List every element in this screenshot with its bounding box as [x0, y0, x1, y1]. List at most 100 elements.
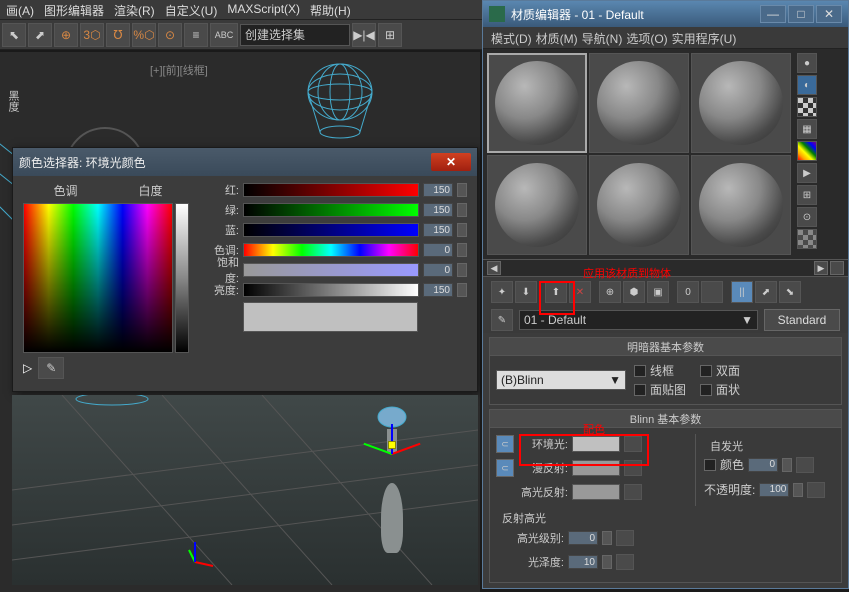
angle-snap-icon[interactable]: ℧ — [106, 23, 130, 47]
put-to-library-icon[interactable]: ▣ — [647, 281, 669, 303]
sample-slot-1[interactable] — [487, 53, 587, 153]
menu-render[interactable]: 渲染(R) — [110, 0, 159, 19]
snap-toggle-icon[interactable]: 3⬡ — [80, 23, 104, 47]
red-input[interactable] — [423, 183, 453, 197]
opacity-map-button[interactable] — [807, 482, 825, 498]
make-preview-icon[interactable]: ▶ — [797, 163, 817, 183]
mat-menu-navigate[interactable]: 导航(N) — [582, 30, 623, 45]
edit-named-icon[interactable]: ≡ — [184, 23, 208, 47]
menu-maxscript[interactable]: MAXScript(X) — [223, 0, 304, 19]
two-sided-checkbox[interactable] — [700, 365, 712, 377]
menu-graph-editor[interactable]: 图形编辑器 — [40, 0, 108, 19]
spec-level-map-button[interactable] — [616, 530, 634, 546]
blinn-rollout-header[interactable]: Blinn 基本参数 — [490, 410, 841, 428]
green-spinner[interactable] — [457, 203, 467, 217]
self-illum-color-checkbox[interactable] — [704, 459, 716, 471]
minimize-icon[interactable]: — — [760, 5, 786, 23]
make-unique-icon[interactable]: ⬢ — [623, 281, 645, 303]
go-to-parent-icon[interactable]: ⬈ — [755, 281, 777, 303]
sat-input[interactable] — [423, 263, 453, 277]
specular-map-button[interactable] — [624, 484, 642, 500]
close-icon[interactable]: ✕ — [431, 153, 471, 171]
transform-gizmo[interactable] — [362, 423, 422, 483]
menu-animation[interactable]: 画(A) — [2, 0, 38, 19]
sample-slot-5[interactable] — [589, 155, 689, 255]
faceted-checkbox[interactable] — [700, 384, 712, 396]
menu-customize[interactable]: 自定义(U) — [161, 0, 222, 19]
abc-icon[interactable]: ABC — [210, 23, 238, 47]
sat-spinner[interactable] — [457, 263, 467, 277]
green-slider[interactable] — [243, 203, 419, 217]
spinner-snap-icon[interactable]: ⊙ — [158, 23, 182, 47]
get-material-icon[interactable]: ✦ — [491, 281, 513, 303]
close-window-icon[interactable]: ✕ — [816, 5, 842, 23]
spec-level-spinner[interactable] — [602, 531, 612, 545]
sample-uv-icon[interactable]: ▦ — [797, 119, 817, 139]
spec-level-input[interactable] — [568, 531, 598, 545]
hue-input[interactable] — [423, 243, 453, 257]
mat-menu-mode[interactable]: 模式(D) — [491, 30, 532, 45]
background-icon[interactable] — [797, 97, 817, 117]
mat-menu-options[interactable]: 选项(O) — [626, 30, 667, 45]
wireframe-checkbox[interactable] — [634, 365, 646, 377]
blue-slider[interactable] — [243, 223, 419, 237]
bind-icon[interactable]: ⊕ — [54, 23, 78, 47]
viewport-label[interactable]: [+][前][线框] — [150, 62, 208, 78]
green-input[interactable] — [423, 203, 453, 217]
make-copy-icon[interactable]: ⊕ — [599, 281, 621, 303]
face-map-checkbox[interactable] — [634, 384, 646, 396]
scroll-left-icon[interactable]: ◀ — [487, 261, 501, 275]
selection-set-input[interactable] — [240, 24, 350, 46]
red-slider[interactable] — [243, 183, 419, 197]
pick-material-icon[interactable]: ✎ — [491, 309, 513, 331]
video-color-icon[interactable] — [797, 141, 817, 161]
options-icon[interactable]: ⊞ — [797, 185, 817, 205]
unlink-icon[interactable]: ⬈ — [28, 23, 52, 47]
mirror-icon[interactable]: ▶|◀ — [352, 23, 376, 47]
shader-dropdown[interactable]: (B)Blinn▼ — [496, 370, 626, 390]
self-illum-map-button[interactable] — [796, 457, 814, 473]
put-to-scene-icon[interactable]: ⬇ — [515, 281, 537, 303]
percent-snap-icon[interactable]: %⬡ — [132, 23, 156, 47]
val-slider[interactable] — [243, 283, 419, 297]
show-in-viewport-icon[interactable] — [701, 281, 723, 303]
align-icon[interactable]: ⊞ — [378, 23, 402, 47]
hue-slider[interactable] — [243, 243, 419, 257]
blue-spinner[interactable] — [457, 223, 467, 237]
self-illum-input[interactable] — [748, 458, 778, 472]
sample-slot-6[interactable] — [691, 155, 791, 255]
hue-saturation-picker[interactable] — [23, 203, 173, 353]
material-type-button[interactable]: Standard — [764, 309, 840, 331]
color-preview-swatch[interactable] — [243, 302, 418, 332]
show-end-result-icon[interactable]: || — [731, 281, 753, 303]
mat-menu-material[interactable]: 材质(M) — [536, 30, 578, 45]
sample-slot-2[interactable] — [589, 53, 689, 153]
blue-input[interactable] — [423, 223, 453, 237]
mat-menu-utilities[interactable]: 实用程序(U) — [672, 30, 737, 45]
eyedropper-icon[interactable]: ✎ — [38, 357, 64, 379]
opacity-spinner[interactable] — [793, 483, 803, 497]
ambient-lock-icon[interactable]: ⊂ — [496, 435, 514, 453]
specular-color-swatch[interactable] — [572, 484, 620, 500]
scroll-right-icon[interactable]: ▶ — [814, 261, 828, 275]
red-spinner[interactable] — [457, 183, 467, 197]
scroll-up-icon[interactable] — [830, 261, 844, 275]
hue-spinner[interactable] — [457, 243, 467, 257]
diffuse-lock-icon[interactable]: ⊂ — [496, 459, 514, 477]
material-id-icon[interactable]: 0 — [677, 281, 699, 303]
glossiness-input[interactable] — [568, 555, 598, 569]
self-illum-spinner[interactable] — [782, 458, 792, 472]
maximize-icon[interactable]: □ — [788, 5, 814, 23]
color-dialog-titlebar[interactable]: 颜色选择器: 环境光颜色 ✕ — [13, 148, 477, 176]
material-editor-titlebar[interactable]: 材质编辑器 - 01 - Default — □ ✕ — [483, 1, 848, 27]
sat-slider[interactable] — [243, 263, 419, 277]
mat-map-nav-icon[interactable] — [797, 229, 817, 249]
sample-slot-4[interactable] — [487, 155, 587, 255]
val-spinner[interactable] — [457, 283, 467, 297]
opacity-input[interactable] — [759, 483, 789, 497]
glossiness-spinner[interactable] — [602, 555, 612, 569]
sample-slot-3[interactable] — [691, 53, 791, 153]
backlight-icon[interactable]: ◐ — [797, 75, 817, 95]
sample-type-icon[interactable]: ● — [797, 53, 817, 73]
select-link-icon[interactable]: ⬉ — [2, 23, 26, 47]
